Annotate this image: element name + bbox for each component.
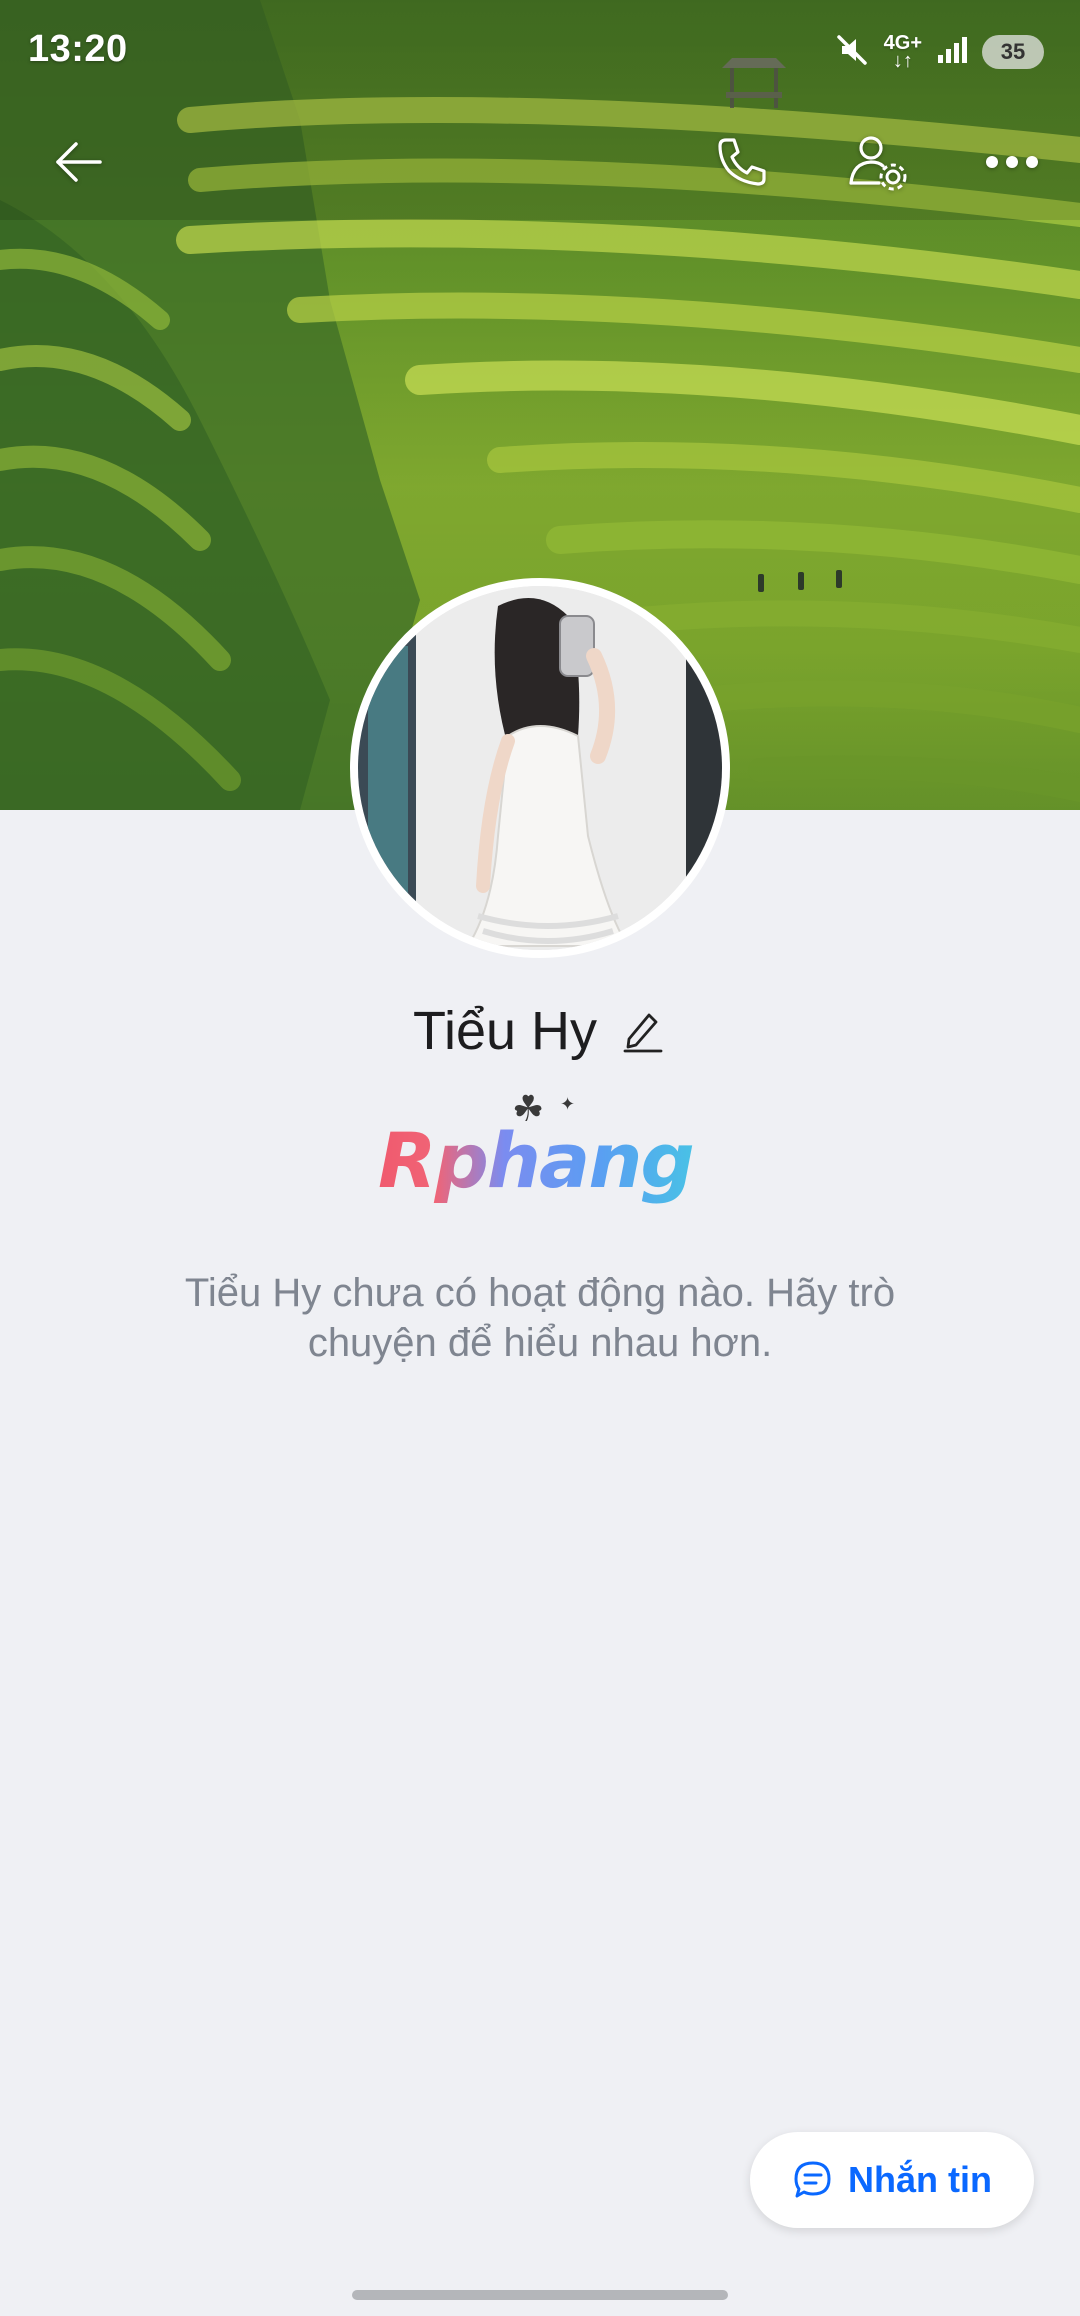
avatar-photo: [358, 586, 722, 950]
edit-name-button[interactable]: [619, 1007, 667, 1055]
empty-activity-message: Tiểu Hy chưa có hoạt động nào. Hãy trò c…: [184, 1271, 896, 1365]
more-icon: [986, 156, 1038, 168]
back-arrow-icon: [56, 142, 102, 182]
badge-text: Rphang: [378, 1116, 695, 1205]
battery-level: 35: [1000, 39, 1026, 64]
profile-name-row: Tiểu Hy: [0, 1000, 1080, 1062]
sparkle-icon: ✦: [560, 1094, 576, 1114]
user-settings-icon: [849, 136, 907, 191]
call-button[interactable]: [706, 126, 778, 198]
more-options-button[interactable]: [976, 126, 1048, 198]
phone-icon: [718, 138, 766, 186]
network-label: 4G+: [883, 32, 922, 54]
mute-icon: [834, 32, 870, 73]
profile-badge: ☘ ✦ Rphang: [370, 1088, 710, 1208]
status-icons: 4G+ ↓↑ 35: [834, 30, 1044, 74]
message-button[interactable]: Nhắn tin: [750, 2132, 1034, 2228]
profile-settings-button[interactable]: [842, 126, 914, 198]
network-icon: 4G+ ↓↑: [883, 32, 922, 72]
chat-bubble-icon: [794, 2161, 831, 2198]
battery-icon: 35: [982, 35, 1044, 69]
profile-name: Tiểu Hy: [412, 1001, 598, 1061]
signal-icon: [936, 35, 968, 70]
status-bar: 13:20 4G+ ↓↑ 35: [0, 0, 1080, 100]
pencil-icon: [623, 1013, 663, 1053]
home-indicator[interactable]: [352, 2290, 728, 2300]
back-button[interactable]: [42, 126, 114, 198]
status-time: 13:20: [28, 28, 128, 70]
avatar[interactable]: [350, 578, 730, 958]
message-button-label: Nhắn tin: [848, 2159, 992, 2200]
